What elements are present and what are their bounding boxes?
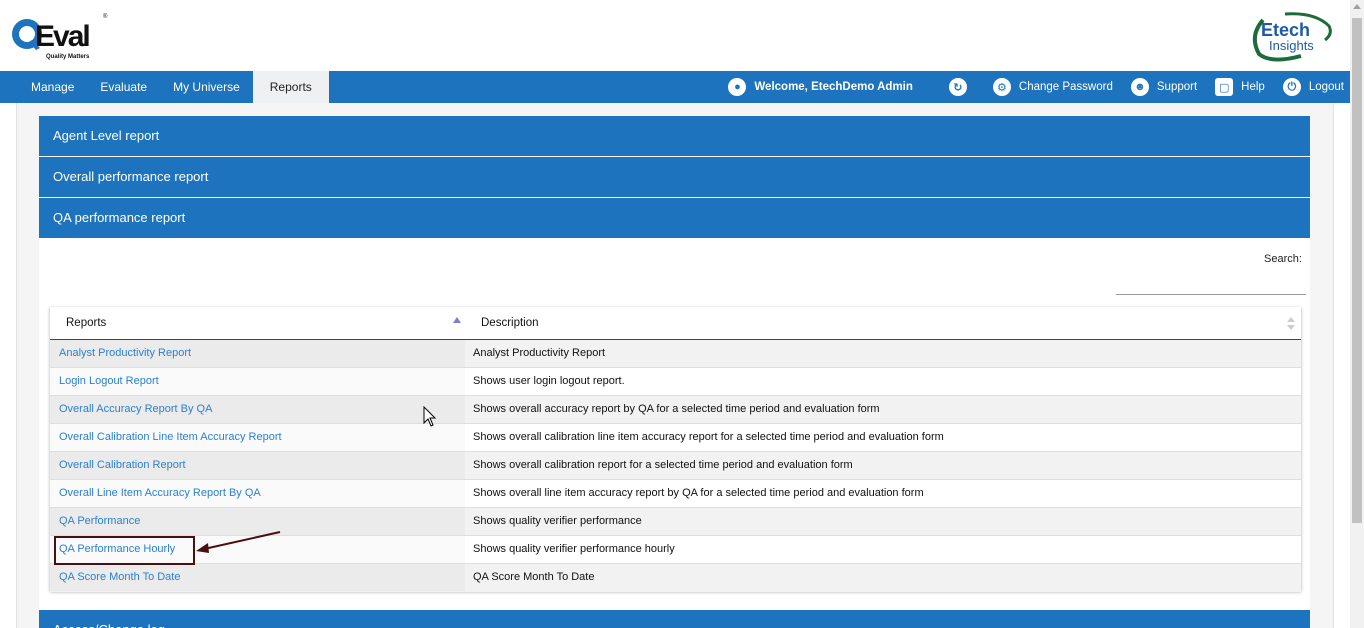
column-header-reports[interactable]: Reports [66, 307, 466, 340]
mouse-cursor-icon [423, 406, 437, 427]
support-link[interactable]: ☻ Support [1130, 78, 1198, 96]
accordion-agent-level-report[interactable]: Agent Level report [39, 116, 1310, 156]
nav-manage[interactable]: Manage [18, 71, 87, 103]
scroll-up-arrow-icon[interactable] [1353, 4, 1361, 9]
report-description: Shows overall line item accuracy report … [473, 487, 924, 499]
table-row: Overall Calibration Line Item Accuracy R… [50, 424, 1301, 452]
table-row: Overall Line Item Accuracy Report By QA … [50, 480, 1301, 508]
svg-text:Eval: Eval [35, 20, 89, 53]
report-description: Shows overall calibration line item accu… [473, 431, 944, 443]
power-icon: ⏻ [1282, 78, 1301, 96]
report-link[interactable]: Overall Accuracy Report By QA [50, 396, 465, 423]
nav-my-universe[interactable]: My Universe [160, 71, 253, 103]
annotation-arrow-icon [196, 531, 281, 553]
report-link[interactable]: Overall Line Item Accuracy Report By QA [50, 480, 465, 507]
report-link[interactable]: QA Score Month To Date [50, 564, 465, 591]
accordion-qa-performance-report[interactable]: QA performance report [39, 198, 1310, 238]
top-header: Eval ® Quality Matters Etech Insights [0, 0, 1350, 71]
table-row: Overall Calibration Report Shows overall… [50, 452, 1301, 480]
scrollbar-thumb[interactable] [1352, 18, 1362, 523]
logout-label: Logout [1308, 81, 1344, 93]
welcome-user[interactable]: ● Welcome, EtechDemo Admin [728, 78, 913, 96]
svg-text:Insights: Insights [1269, 38, 1314, 53]
report-description: Analyst Productivity Report [473, 347, 606, 359]
main-navbar: Manage Evaluate My Universe Reports ● We… [0, 71, 1350, 103]
accordion-access-change-log[interactable]: Access/Change log [39, 610, 1310, 628]
report-description: Shows user login logout report. [473, 375, 625, 387]
help-label: Help [1241, 81, 1265, 93]
search-input[interactable] [1116, 274, 1306, 295]
refresh-icon: ↻ [948, 78, 967, 96]
table-row: Login Logout Report Shows user login log… [50, 368, 1301, 396]
refresh-button[interactable]: ↻ [948, 78, 975, 96]
report-description: Shows quality verifier performance [473, 515, 642, 527]
sort-ascending-icon [453, 317, 461, 323]
report-link[interactable]: Analyst Productivity Report [50, 340, 465, 367]
change-password-label: Change Password [1018, 81, 1113, 93]
gear-icon: ⚙ [992, 78, 1011, 96]
help-icon: ▢ [1215, 78, 1234, 96]
qeval-tagline: Quality Matters [46, 54, 90, 60]
nav-menu: Manage Evaluate My Universe Reports [18, 71, 329, 103]
logout-link[interactable]: ⏻ Logout [1282, 78, 1344, 96]
table-row: QA Score Month To Date QA Score Month To… [50, 564, 1301, 592]
report-description: Shows quality verifier performance hourl… [473, 543, 675, 555]
sort-both-icon [1287, 317, 1295, 331]
support-label: Support [1156, 81, 1198, 93]
change-password-link[interactable]: ⚙ Change Password [992, 78, 1113, 96]
support-icon: ☻ [1130, 78, 1149, 96]
highlight-box [54, 536, 195, 565]
svg-text:®: ® [103, 13, 108, 20]
svg-text:Etech: Etech [1261, 20, 1310, 40]
report-link[interactable]: Overall Calibration Report [50, 452, 465, 479]
report-description: QA Score Month To Date [473, 571, 595, 583]
table-row: Overall Accuracy Report By QA Shows over… [50, 396, 1301, 424]
report-link[interactable]: Overall Calibration Line Item Accuracy R… [50, 424, 465, 451]
user-icon: ● [728, 78, 747, 96]
report-link[interactable]: Login Logout Report [50, 368, 465, 395]
nav-reports[interactable]: Reports [252, 71, 329, 103]
search-label: Search: [1264, 253, 1302, 265]
report-description: Shows overall calibration report for a s… [473, 459, 853, 471]
table-row: Analyst Productivity Report Analyst Prod… [50, 340, 1301, 368]
nav-evaluate[interactable]: Evaluate [87, 71, 160, 103]
etech-insights-logo[interactable]: Etech Insights [1245, 10, 1337, 62]
report-description: Shows overall accuracy report by QA for … [473, 403, 880, 415]
column-header-description[interactable]: Description [481, 307, 1281, 340]
table-header-row: Reports Description [50, 307, 1301, 340]
help-link[interactable]: ▢ Help [1215, 78, 1265, 96]
welcome-text: Welcome, EtechDemo Admin [754, 81, 913, 93]
accordion-overall-performance-report[interactable]: Overall performance report [39, 157, 1310, 197]
nav-user-menu: ● Welcome, EtechDemo Admin ↻ ⚙ Change Pa… [728, 71, 1344, 103]
